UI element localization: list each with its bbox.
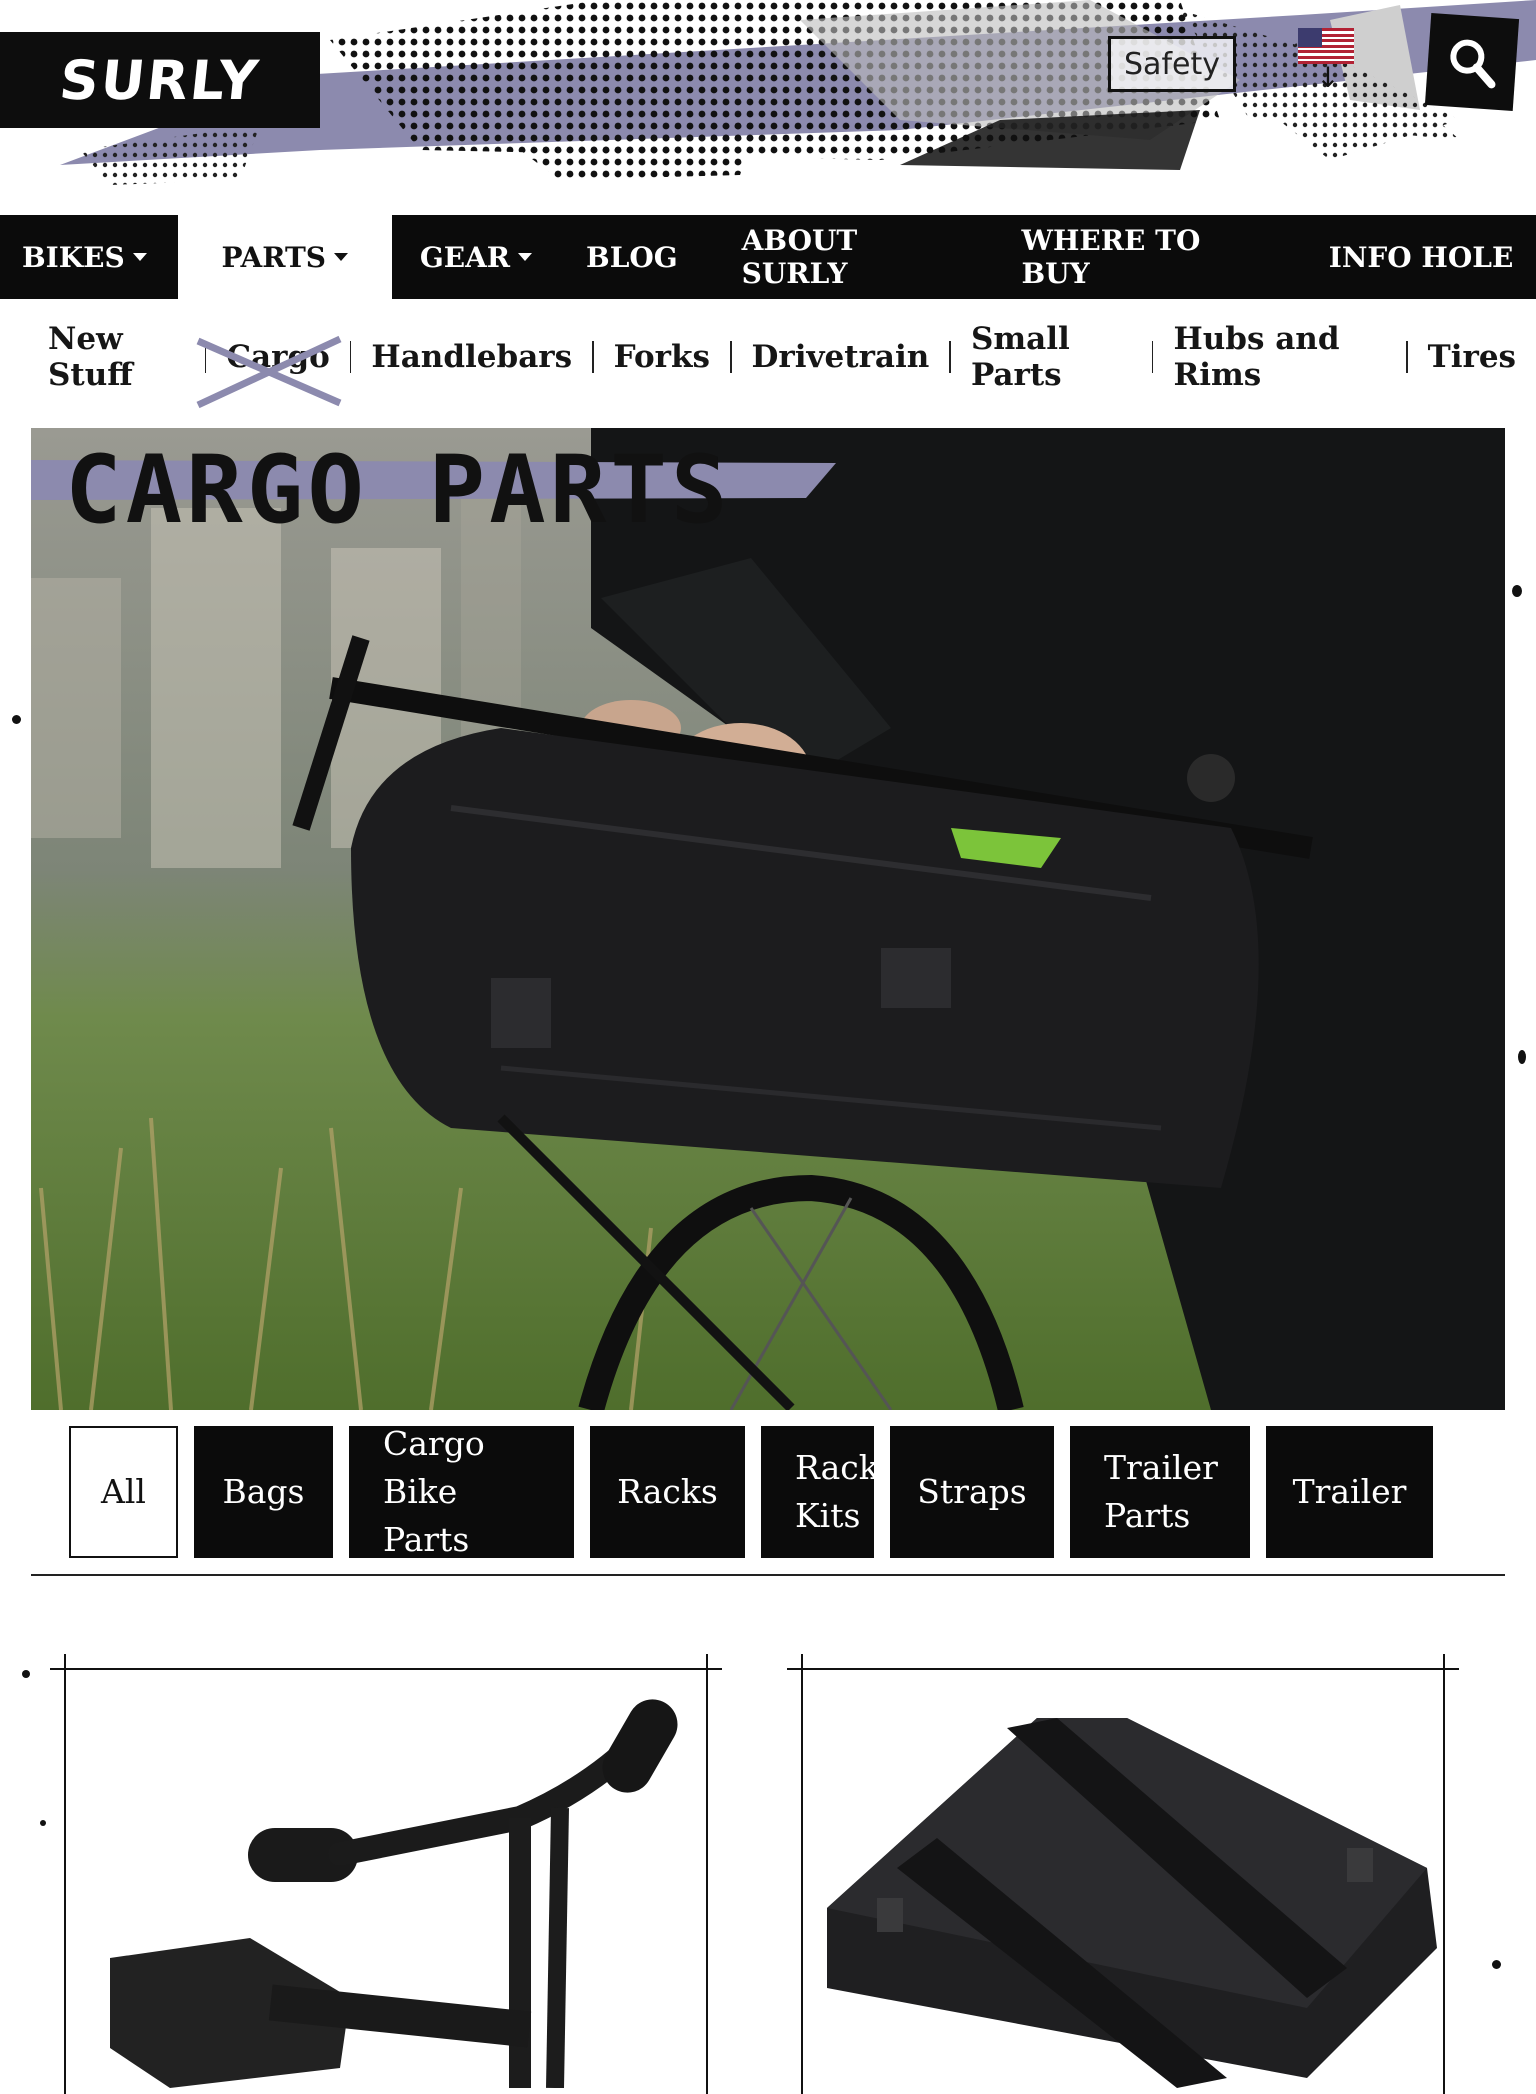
chevron-down-icon xyxy=(518,253,533,261)
filter-trailer[interactable]: Trailer xyxy=(1266,1426,1433,1558)
category-filters: All Bags Cargo Bike Parts Racks Rack Kit… xyxy=(69,1424,1433,1559)
filter-bags[interactable]: Bags xyxy=(194,1426,333,1558)
nav-gear-label: GEAR xyxy=(419,240,511,274)
decorative-speck xyxy=(1492,1960,1501,1969)
language-selector[interactable]: ↓ xyxy=(1298,28,1358,100)
filter-straps[interactable]: Straps xyxy=(890,1426,1054,1558)
nav-parts-label: PARTS xyxy=(221,240,327,274)
page-title: CARGO PARTS xyxy=(65,436,732,545)
nav-blog[interactable]: BLOG xyxy=(554,215,710,299)
filter-label-line2: Kits xyxy=(795,1496,861,1535)
handlebar-stoker-bar-image xyxy=(110,1699,678,2088)
chevron-down-icon xyxy=(132,253,147,261)
subnav-forks[interactable]: Forks xyxy=(594,339,730,375)
subnav-drivetrain[interactable]: Drivetrain xyxy=(732,339,950,375)
nav-info-hole[interactable]: INFO HOLE xyxy=(1306,215,1536,299)
filter-label: Racks xyxy=(617,1472,718,1511)
parts-sub-nav: New Stuff Cargo Handlebars Forks Drivetr… xyxy=(40,321,1536,409)
filter-trailer-parts[interactable]: Trailer Parts xyxy=(1070,1426,1250,1558)
filter-label-line1: Trailer xyxy=(1104,1448,1218,1487)
nav-where-to-buy[interactable]: WHERE TO BUY xyxy=(1000,215,1263,299)
filter-label: Straps xyxy=(917,1472,1027,1511)
chevron-down-icon xyxy=(334,253,349,261)
decorative-speck xyxy=(40,1820,46,1826)
decorative-speck xyxy=(1518,1050,1526,1064)
filter-cargo-bike-parts[interactable]: Cargo Bike Parts xyxy=(349,1424,574,1559)
filter-label-line2: Parts xyxy=(1104,1496,1191,1535)
decorative-speck xyxy=(22,1670,30,1678)
safety-link[interactable]: Safety xyxy=(1108,36,1236,92)
black-cargo-bag-image xyxy=(827,1718,1437,2088)
filter-rack-kits[interactable]: Rack Kits xyxy=(761,1426,879,1558)
subnav-small-parts[interactable]: Small Parts xyxy=(951,321,1152,393)
safety-label: Safety xyxy=(1124,46,1220,82)
subnav-cargo[interactable]: Cargo xyxy=(196,335,349,409)
product-card-cargo-bag[interactable] xyxy=(787,1654,1459,2094)
filter-label: Bags xyxy=(222,1472,305,1511)
subnav-handlebars[interactable]: Handlebars xyxy=(351,339,592,375)
filter-label-line1: Cargo xyxy=(383,1424,485,1463)
arrow-down-icon: ↓ xyxy=(1316,61,1340,94)
filter-label-line2: Bike Parts xyxy=(383,1472,470,1559)
nav-about-surly[interactable]: ABOUT SURLY xyxy=(720,215,978,299)
nav-about-label: ABOUT SURLY xyxy=(741,224,858,290)
filter-divider xyxy=(31,1574,1505,1576)
logo-text: SURLY xyxy=(56,48,264,112)
filter-all[interactable]: All xyxy=(69,1426,178,1558)
active-cross-mark xyxy=(196,335,342,409)
nav-parts[interactable]: PARTS xyxy=(177,215,392,299)
nav-where-label: WHERE TO BUY xyxy=(1021,224,1201,290)
subnav-hubs-and-rims[interactable]: Hubs and Rims xyxy=(1153,321,1406,393)
subnav-tires[interactable]: Tires xyxy=(1408,339,1536,375)
surly-logo[interactable]: SURLY xyxy=(0,32,320,128)
main-nav: BIKES PARTS GEAR BLOG ABOUT SURLY WHERE … xyxy=(0,215,1536,299)
nav-blog-label: BLOG xyxy=(586,240,678,274)
hero-banner: CARGO PARTS xyxy=(31,428,1505,1410)
nav-bikes-label: BIKES xyxy=(22,240,125,274)
filter-label: All xyxy=(101,1472,146,1511)
hero-photo-bike-bag xyxy=(31,428,1505,1410)
filter-label-line1: Rack xyxy=(795,1448,879,1487)
product-card-handlebar[interactable] xyxy=(50,1654,722,2094)
us-flag-icon xyxy=(1298,28,1354,64)
search-button[interactable] xyxy=(1424,13,1520,111)
nav-info-label: INFO HOLE xyxy=(1328,240,1514,274)
decorative-speck xyxy=(1512,585,1522,597)
nav-bikes[interactable]: BIKES xyxy=(0,215,169,299)
decorative-speck xyxy=(12,715,21,724)
search-icon xyxy=(1450,39,1496,89)
filter-label: Trailer xyxy=(1292,1472,1407,1511)
filter-racks[interactable]: Racks xyxy=(590,1426,745,1558)
subnav-new-stuff[interactable]: New Stuff xyxy=(40,321,205,393)
nav-gear[interactable]: GEAR xyxy=(398,215,554,299)
site-header: SURLY Safety ↓ xyxy=(0,0,1536,215)
